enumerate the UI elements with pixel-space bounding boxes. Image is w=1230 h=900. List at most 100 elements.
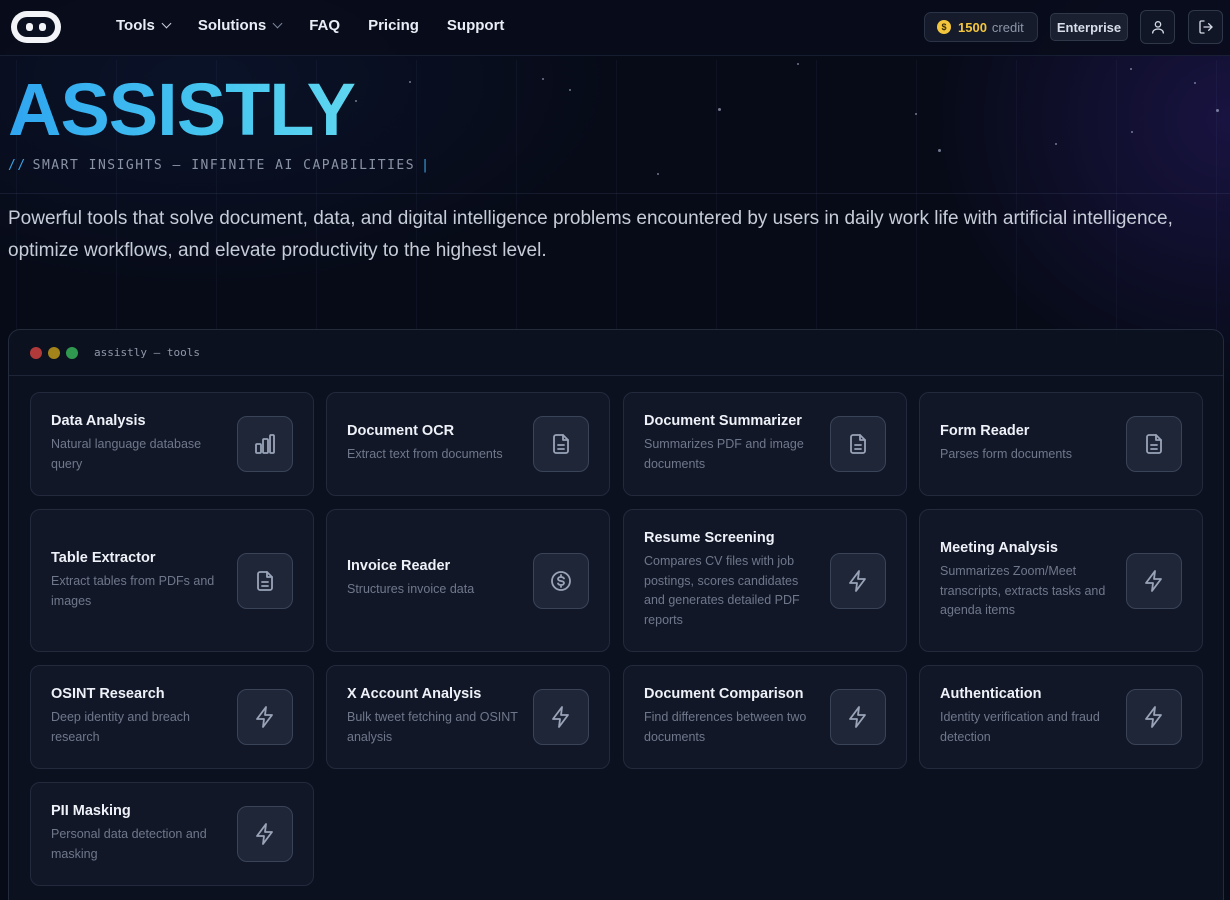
lightning-icon (533, 689, 589, 745)
tool-card-title: Document Summarizer (644, 413, 802, 429)
tool-card-osint-research[interactable]: OSINT Research Deep identity and breach r… (30, 665, 314, 769)
tool-card-document-summarizer[interactable]: Document Summarizer Summarizes PDF and im… (623, 392, 907, 496)
tool-card-authentication[interactable]: Authentication Identity verification and … (919, 665, 1203, 769)
tool-card-description: Extract tables from PDFs and images (51, 574, 215, 608)
dollar-icon (533, 552, 589, 609)
nav-solutions[interactable]: Solutions (197, 17, 283, 34)
tool-card-text: Document OCR Extract text from documents (347, 423, 523, 465)
tools-window: assistly — tools Data Analysis Natural la… (8, 329, 1224, 900)
tool-card-text: Form Reader Parses form documents (940, 423, 1116, 465)
lightning-icon (237, 806, 293, 862)
hero-divider (0, 193, 1230, 194)
tool-card-title: Authentication (940, 686, 1042, 702)
tool-card-description: Extract text from documents (347, 447, 503, 461)
tool-card-text: Resume Screening Compares CV files with j… (644, 530, 820, 630)
tool-card-data-analysis[interactable]: Data Analysis Natural language database q… (30, 392, 314, 496)
window-titlebar: assistly — tools (9, 330, 1223, 376)
tool-card-description: Parses form documents (940, 447, 1072, 461)
hero-description: Powerful tools that solve document, data… (8, 208, 1173, 261)
lightning-icon (1126, 552, 1182, 609)
nav-solutions-label: Solutions (197, 17, 267, 34)
tool-card-description: Bulk tweet fetching and OSINT analysis (347, 710, 518, 744)
tool-card-text: OSINT Research Deep identity and breach r… (51, 686, 227, 747)
lightning-icon (1126, 689, 1182, 745)
tool-card-description: Natural language database query (51, 437, 202, 471)
tool-card-document-ocr[interactable]: Document OCR Extract text from documents (326, 392, 610, 496)
lightning-icon (830, 689, 886, 745)
tool-card-title: Document Comparison (644, 686, 804, 702)
nav-pricing-label: Pricing (368, 17, 419, 34)
window-close-dot[interactable] (30, 346, 42, 359)
credit-label: credit (991, 19, 1024, 35)
tool-card-description: Compares CV files with job postings, sco… (644, 554, 800, 627)
tool-card-text: Meeting Analysis Summarizes Zoom/Meet tra… (940, 540, 1116, 621)
tool-card-title: Meeting Analysis (940, 540, 1058, 556)
logo-icon[interactable] (11, 11, 61, 43)
lightning-icon (237, 689, 293, 745)
bar-chart-icon (237, 416, 293, 472)
nav-support[interactable]: Support (447, 17, 505, 34)
nav-faq-label: FAQ (309, 17, 341, 34)
tool-card-text: Invoice Reader Structures invoice data (347, 558, 523, 600)
nav-tools[interactable]: Tools (116, 17, 172, 34)
tagline-text: SMART INSIGHTS – INFINITE AI CAPABILITIE… (32, 158, 416, 173)
tool-card-resume-screening[interactable]: Resume Screening Compares CV files with j… (623, 509, 907, 652)
tool-card-text: Document Summarizer Summarizes PDF and im… (644, 413, 820, 474)
nav-faq[interactable]: FAQ (309, 17, 340, 34)
nav-pricing[interactable]: Pricing (368, 17, 419, 34)
tool-card-document-comparison[interactable]: Document Comparison Find differences betw… (623, 665, 907, 769)
tool-card-title: Form Reader (940, 423, 1030, 439)
tool-card-invoice-reader[interactable]: Invoice Reader Structures invoice data (326, 509, 610, 652)
credit-amount: 1500 (958, 19, 987, 35)
tool-card-text: PII Masking Personal data detection and m… (51, 803, 227, 864)
tool-card-description: Summarizes PDF and image documents (644, 437, 804, 471)
tool-card-pii-masking[interactable]: PII Masking Personal data detection and m… (30, 782, 314, 886)
tool-card-title: Resume Screening (644, 530, 775, 546)
tool-card-title: Table Extractor (51, 550, 156, 566)
tool-card-title: Data Analysis (51, 413, 146, 429)
tool-card-form-reader[interactable]: Form Reader Parses form documents (919, 392, 1203, 496)
nav-support-label: Support (446, 17, 505, 34)
tool-card-text: X Account Analysis Bulk tweet fetching an… (347, 686, 523, 747)
tool-card-title: PII Masking (51, 803, 131, 819)
tool-card-description: Find differences between two documents (644, 710, 807, 744)
top-navigation-bar: Tools Solutions FAQ Pricing Support $ 15… (0, 0, 1230, 56)
window-maximize-dot[interactable] (66, 346, 78, 359)
user-icon (1151, 21, 1164, 34)
tool-card-title: Document OCR (347, 423, 455, 439)
main-nav: Tools Solutions FAQ Pricing Support (116, 17, 532, 34)
tool-card-text: Document Comparison Find differences betw… (644, 686, 820, 747)
tool-card-x-account-analysis[interactable]: X Account Analysis Bulk tweet fetching an… (326, 665, 610, 769)
document-icon (533, 416, 589, 472)
tool-card-title: OSINT Research (51, 686, 165, 702)
logout-icon (1198, 20, 1213, 34)
document-icon (830, 416, 886, 472)
nav-tools-label: Tools (116, 17, 155, 34)
lightning-icon (830, 552, 886, 609)
tool-card-text: Data Analysis Natural language database q… (51, 413, 227, 474)
tool-card-description: Structures invoice data (347, 582, 475, 596)
profile-button[interactable] (1140, 10, 1175, 44)
chevron-down-icon (161, 18, 172, 29)
tool-card-text: Table Extractor Extract tables from PDFs … (51, 550, 227, 611)
tool-card-description: Identity verification and fraud detectio… (940, 710, 1100, 744)
tool-card-meeting-analysis[interactable]: Meeting Analysis Summarizes Zoom/Meet tra… (919, 509, 1203, 652)
window-title: assistly — tools (94, 346, 200, 359)
logout-button[interactable] (1188, 10, 1223, 44)
credit-badge[interactable]: $ 1500 credit (924, 12, 1038, 42)
tool-card-title: X Account Analysis (347, 686, 482, 702)
tool-card-description: Summarizes Zoom/Meet transcripts, extrac… (940, 564, 1106, 617)
window-minimize-dot[interactable] (48, 346, 60, 359)
tool-card-table-extractor[interactable]: Table Extractor Extract tables from PDFs … (30, 509, 314, 652)
tool-card-description: Deep identity and breach research (51, 710, 190, 744)
tool-card-text: Authentication Identity verification and … (940, 686, 1116, 747)
tool-card-description: Personal data detection and masking (51, 827, 207, 861)
enterprise-button[interactable]: Enterprise (1050, 13, 1128, 41)
brand-title: ASSISTLY (8, 68, 356, 151)
document-icon (237, 552, 293, 609)
chevron-down-icon (272, 18, 283, 29)
tagline-prefix: // (8, 158, 27, 173)
hero-tagline: // SMART INSIGHTS – INFINITE AI CAPABILIT… (8, 158, 430, 173)
tagline-cursor: | (421, 158, 431, 173)
document-icon (1126, 416, 1182, 472)
